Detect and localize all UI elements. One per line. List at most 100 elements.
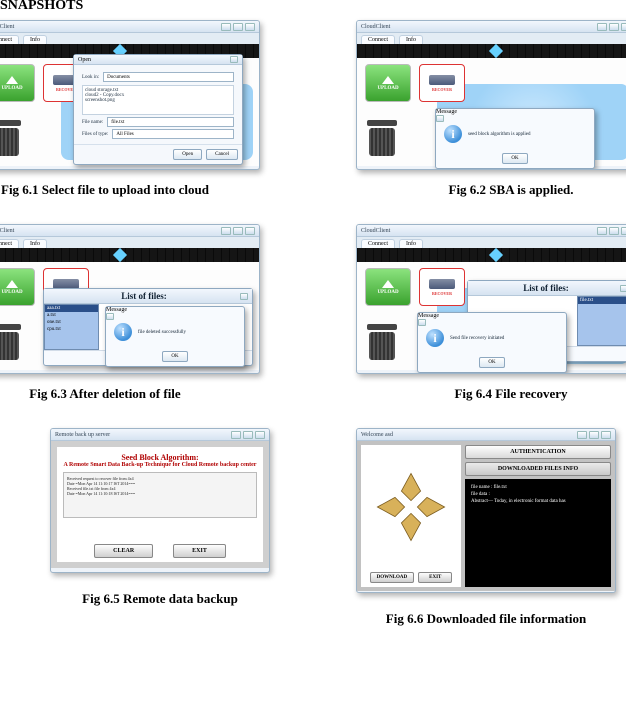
file-chooser-dialog: Open Look in: Documents cloud storage.tx… bbox=[73, 54, 243, 165]
window-close-button[interactable] bbox=[245, 227, 255, 235]
recover-icon-label: RECOVER bbox=[432, 87, 452, 92]
tab-connect[interactable]: Connect bbox=[0, 35, 19, 44]
upload-icon[interactable]: UPLOAD bbox=[0, 64, 35, 102]
remote-log-area: Received request to recover file from 4x… bbox=[63, 472, 257, 518]
exit-button[interactable]: EXIT bbox=[418, 572, 452, 583]
figure-caption: Fig 6.2 SBA is applied. bbox=[449, 182, 574, 198]
window-min-button[interactable] bbox=[577, 431, 587, 439]
file-item[interactable]: a.txt bbox=[45, 312, 98, 319]
cloud-client-window: CloudClient Connect Info bbox=[0, 224, 260, 374]
welcome-window: Welcome asd bbox=[356, 428, 616, 593]
file-item-selected[interactable]: file.txt bbox=[578, 297, 626, 304]
upload-icon[interactable]: UPLOAD bbox=[365, 64, 411, 102]
message-text: file deleted successfully bbox=[138, 330, 186, 335]
file-list[interactable]: file.txt bbox=[577, 296, 626, 346]
window-min-button[interactable] bbox=[597, 23, 607, 31]
window-min-button[interactable] bbox=[221, 227, 231, 235]
file-type-combo[interactable]: All Files bbox=[112, 129, 234, 139]
window-min-button[interactable] bbox=[221, 23, 231, 31]
info-icon: i bbox=[426, 329, 444, 347]
tab-info[interactable]: Info bbox=[399, 35, 423, 44]
recovery-message-box: Message i Send file recovery initiated O… bbox=[417, 312, 567, 373]
window-title: CloudClient bbox=[361, 228, 390, 234]
upload-icon-label: UPLOAD bbox=[1, 86, 22, 91]
tab-authentication[interactable]: AUTHENTICATION bbox=[465, 445, 611, 459]
chooser-item[interactable]: screenshot.png bbox=[85, 98, 231, 103]
recover-icon[interactable]: RECOVER bbox=[419, 268, 465, 306]
open-button[interactable]: Open bbox=[173, 149, 202, 160]
window-max-button[interactable] bbox=[233, 23, 243, 31]
upload-icon-label: UPLOAD bbox=[377, 86, 398, 91]
exit-button[interactable]: EXIT bbox=[173, 544, 226, 558]
file-type-label: Files of type: bbox=[82, 132, 108, 137]
trash-icon[interactable] bbox=[365, 324, 399, 362]
tab-info[interactable]: Info bbox=[23, 35, 47, 44]
tab-info[interactable]: Info bbox=[399, 239, 423, 248]
file-name-value: file.txt bbox=[111, 120, 124, 125]
section-title: SNAPSHOTS bbox=[0, 0, 626, 16]
window-close-button[interactable] bbox=[621, 23, 626, 31]
trash-icon[interactable] bbox=[0, 324, 23, 362]
ok-button[interactable]: OK bbox=[502, 153, 527, 164]
look-in-combo[interactable]: Documents bbox=[103, 72, 234, 82]
upload-icon[interactable]: UPLOAD bbox=[0, 268, 35, 306]
dialog-close-button[interactable] bbox=[240, 293, 248, 300]
window-min-button[interactable] bbox=[231, 431, 241, 439]
window-max-button[interactable] bbox=[243, 431, 253, 439]
window-max-button[interactable] bbox=[589, 431, 599, 439]
window-max-button[interactable] bbox=[233, 227, 243, 235]
upload-icon-label: UPLOAD bbox=[377, 290, 398, 295]
file-list-title: List of files: bbox=[48, 291, 240, 301]
sba-message-box: Message i seed block algorithm is applie… bbox=[435, 108, 595, 169]
dialog-close-button[interactable] bbox=[230, 56, 238, 63]
window-close-button[interactable] bbox=[601, 431, 611, 439]
cancel-button[interactable]: Cancel bbox=[206, 149, 238, 160]
ok-button[interactable]: OK bbox=[479, 357, 504, 368]
panel-line: Abstract— Today, in electronic format da… bbox=[471, 499, 605, 504]
remote-heading-1: Seed Block Algorithm: bbox=[63, 453, 257, 462]
tab-info[interactable]: Info bbox=[23, 239, 47, 248]
trash-icon[interactable] bbox=[365, 120, 399, 158]
window-close-button[interactable] bbox=[245, 23, 255, 31]
file-name-input[interactable]: file.txt bbox=[107, 117, 234, 127]
cloud-client-window: CloudClient Connect Info bbox=[356, 224, 626, 374]
recover-icon-label: RECOVER bbox=[432, 291, 452, 296]
tab-connect[interactable]: Connect bbox=[361, 239, 395, 248]
window-title: CloudClient bbox=[0, 24, 14, 30]
info-icon: i bbox=[114, 323, 132, 341]
download-button[interactable]: DOWNLOAD bbox=[370, 572, 415, 583]
tab-connect[interactable]: Connect bbox=[0, 239, 19, 248]
trash-icon[interactable] bbox=[0, 120, 23, 158]
file-item[interactable]: one.txt bbox=[45, 319, 98, 326]
tab-downloaded-files[interactable]: DOWNLOADED FILES INFO bbox=[465, 462, 611, 476]
window-title: CloudClient bbox=[361, 24, 390, 30]
log-line: Date =Mon Apr 14 11:10:18 IST 2014=== bbox=[67, 491, 253, 496]
clear-button[interactable]: CLEAR bbox=[94, 544, 153, 558]
window-close-button[interactable] bbox=[621, 227, 626, 235]
message-title: Message bbox=[106, 307, 127, 313]
window-max-button[interactable] bbox=[609, 23, 619, 31]
window-close-button[interactable] bbox=[255, 431, 265, 439]
welcome-window-title: Welcome asd bbox=[361, 432, 393, 438]
dialog-close-button[interactable] bbox=[620, 285, 626, 292]
ok-button[interactable]: OK bbox=[162, 351, 187, 362]
message-title: Message bbox=[418, 313, 439, 319]
upload-icon-label: UPLOAD bbox=[1, 290, 22, 295]
remote-backup-window: Remote back up server Seed Block Algorit… bbox=[50, 428, 270, 573]
waveform-strip bbox=[0, 248, 259, 262]
file-item[interactable]: cpu.txt bbox=[45, 326, 98, 333]
panel-line: file data : bbox=[471, 492, 605, 497]
message-title: Message bbox=[436, 109, 457, 115]
figure-caption: Fig 6.4 File recovery bbox=[454, 386, 567, 402]
tab-connect[interactable]: Connect bbox=[361, 35, 395, 44]
recover-icon[interactable]: RECOVER bbox=[419, 64, 465, 102]
info-icon: i bbox=[444, 125, 462, 143]
window-min-button[interactable] bbox=[597, 227, 607, 235]
file-type-value: All Files bbox=[116, 132, 133, 137]
window-max-button[interactable] bbox=[609, 227, 619, 235]
delete-message-box: Message i file deleted successfully OK bbox=[105, 306, 245, 367]
file-list[interactable]: aaa.txt a.txt one.txt cpu.txt bbox=[44, 304, 99, 350]
upload-icon[interactable]: UPLOAD bbox=[365, 268, 411, 306]
file-item-selected[interactable]: aaa.txt bbox=[45, 305, 98, 312]
waveform-strip bbox=[357, 248, 626, 262]
